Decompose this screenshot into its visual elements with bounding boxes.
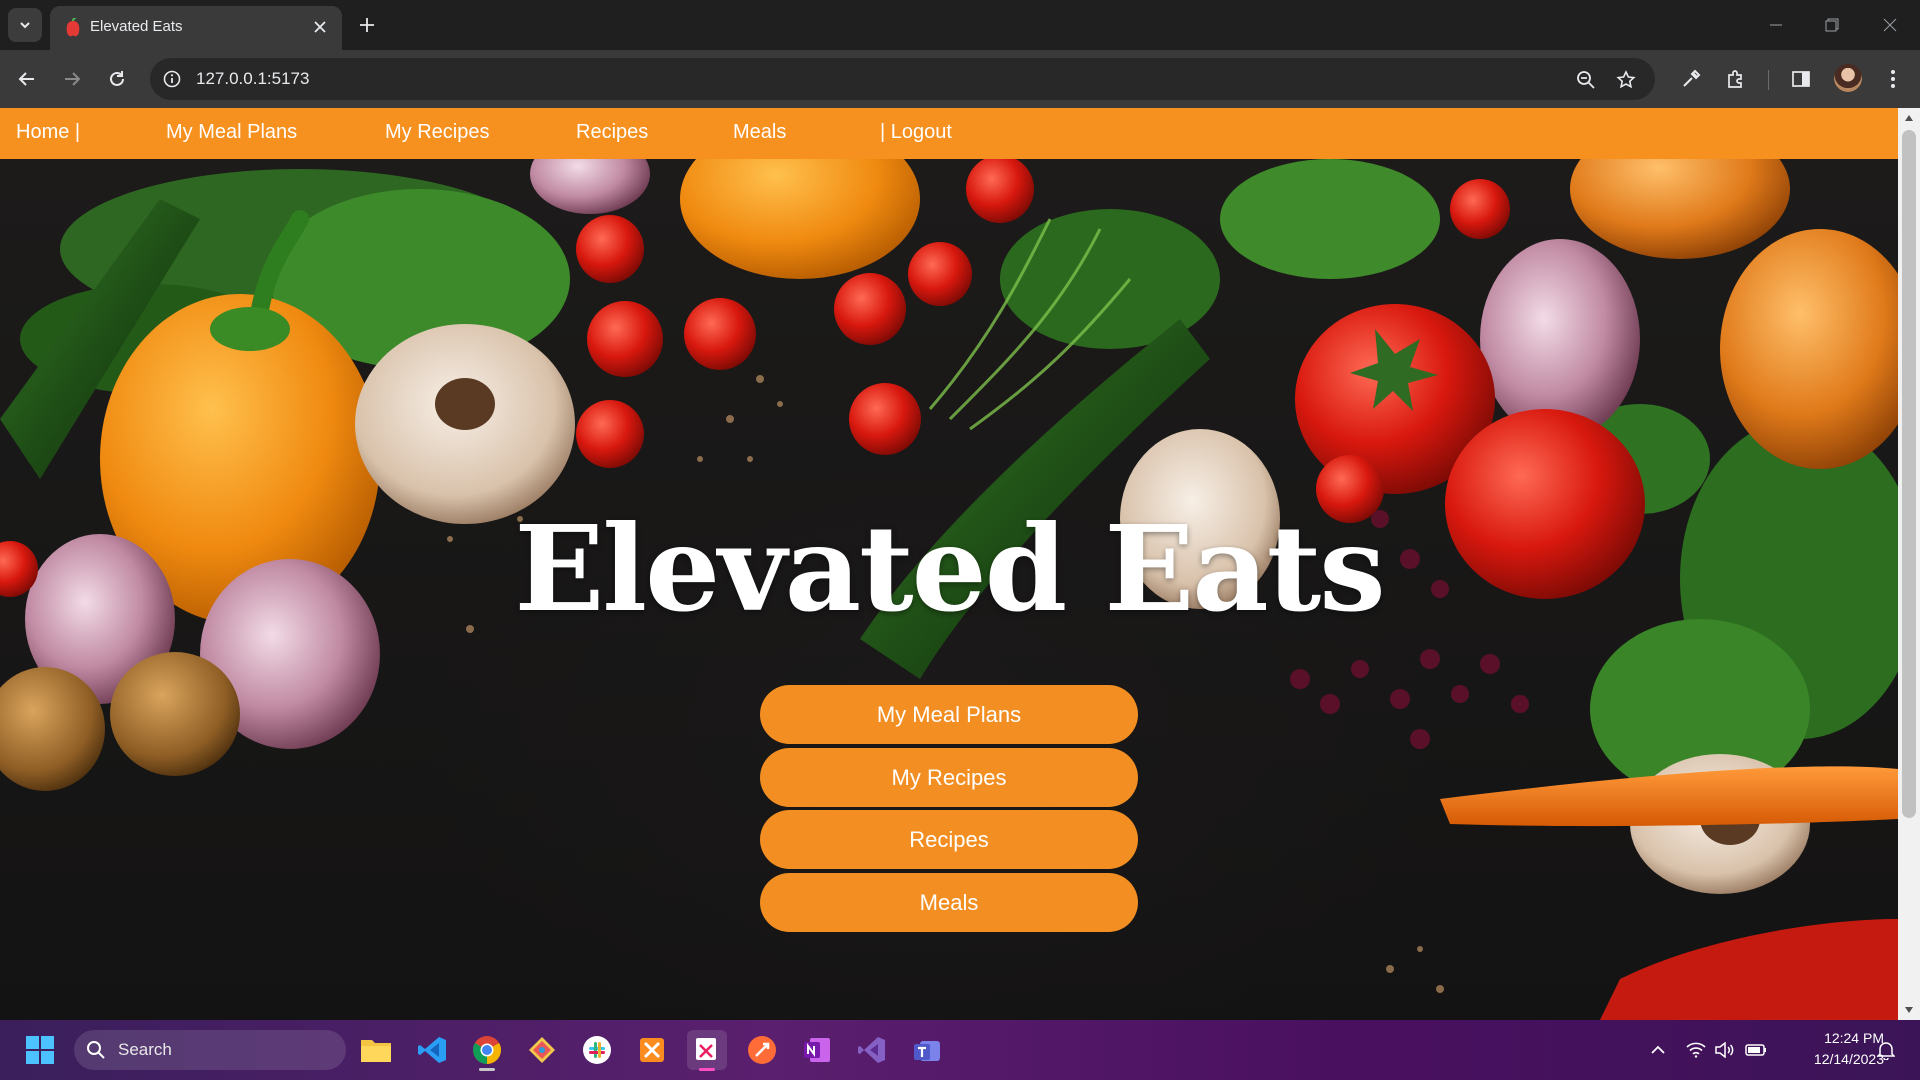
window-close-button[interactable] — [1870, 8, 1910, 42]
xampp-icon[interactable] — [632, 1030, 672, 1070]
onenote-icon[interactable] — [797, 1030, 837, 1070]
tab-title: Elevated Eats — [90, 18, 183, 35]
clock-time: 12:24 PM — [1824, 1030, 1884, 1046]
volume-icon[interactable] — [1713, 1038, 1737, 1062]
chevron-down-icon — [20, 22, 30, 29]
reload-button[interactable] — [100, 62, 134, 96]
chrome-icon[interactable] — [467, 1030, 507, 1071]
eyedropper-extension-button[interactable] — [1674, 62, 1708, 96]
bell-pepper-favicon-icon — [66, 18, 80, 37]
page-scrollbar[interactable] — [1898, 108, 1920, 1020]
windows-taskbar: Search 12:24 PM 12/14/2023 — [0, 1020, 1920, 1080]
new-tab-button[interactable] — [352, 10, 382, 40]
address-url: 127.0.0.1:5173 — [196, 69, 310, 88]
windows-start-icon[interactable] — [20, 1030, 60, 1070]
browser-tab[interactable]: Elevated Eats — [50, 6, 342, 50]
vscode-icon[interactable] — [412, 1030, 452, 1070]
recipes-button[interactable]: Recipes — [760, 810, 1138, 869]
hero-section: Elevated Eats My Meal Plans My Recipes R… — [0, 159, 1898, 1020]
search-icon — [87, 1041, 105, 1059]
close-icon — [1883, 18, 1897, 32]
side-panel-icon — [1792, 71, 1810, 87]
taskbar-clock[interactable]: 12:24 PM 12/14/2023 — [1780, 1028, 1884, 1070]
arrow-left-icon — [18, 72, 34, 86]
profile-avatar[interactable] — [1834, 64, 1862, 92]
show-hidden-icons-chevron-up-icon[interactable] — [1646, 1038, 1670, 1062]
browser-tab-strip: Elevated Eats — [0, 0, 1920, 50]
nav-meals-link[interactable]: Meals — [733, 121, 786, 144]
restore-icon — [1825, 18, 1839, 32]
browser-toolbar: 127.0.0.1:5173 — [0, 50, 1920, 108]
taskbar-search-label: Search — [118, 1040, 172, 1059]
file-explorer-icon[interactable] — [356, 1030, 396, 1070]
snipping-tool-active-indicator — [699, 1068, 715, 1071]
site-info-icon[interactable] — [160, 67, 184, 91]
postman-icon[interactable] — [742, 1030, 782, 1070]
my-recipes-button[interactable]: My Recipes — [760, 748, 1138, 807]
puzzle-icon — [1728, 70, 1742, 88]
back-button[interactable] — [10, 62, 44, 96]
toolbar-divider — [1768, 70, 1769, 90]
arrow-right-icon — [65, 72, 81, 86]
side-panel-button[interactable] — [1784, 62, 1818, 96]
git-icon[interactable] — [522, 1030, 562, 1070]
nav-logout-link[interactable]: | Logout — [880, 121, 952, 144]
teams-icon[interactable] — [907, 1030, 947, 1070]
browser-menu-button[interactable] — [1876, 62, 1910, 96]
page-viewport: Home | My Meal Plans My Recipes Recipes … — [0, 108, 1898, 1020]
slack-icon[interactable] — [577, 1030, 617, 1070]
hero-title: Elevated Eats — [514, 499, 1385, 638]
wifi-icon[interactable] — [1684, 1038, 1708, 1062]
restore-button[interactable] — [1812, 8, 1852, 42]
extensions-button[interactable] — [1718, 62, 1752, 96]
scrollbar-thumb[interactable] — [1902, 130, 1916, 818]
bookmark-star-icon[interactable] — [1613, 67, 1639, 93]
forward-button[interactable] — [55, 62, 89, 96]
close-icon — [314, 21, 326, 33]
snipping-tool-icon[interactable] — [687, 1030, 727, 1071]
scroll-down-arrow-icon[interactable] — [1903, 1004, 1915, 1016]
zoom-icon[interactable] — [1573, 67, 1599, 93]
battery-icon[interactable] — [1744, 1038, 1768, 1062]
reload-icon — [110, 71, 124, 86]
address-bar[interactable]: 127.0.0.1:5173 — [150, 58, 1655, 100]
clock-date: 12/14/2023 — [1813, 1051, 1884, 1067]
plus-icon — [360, 18, 374, 32]
minimize-button[interactable] — [1756, 8, 1796, 42]
my-meal-plans-button[interactable]: My Meal Plans — [760, 685, 1138, 744]
scroll-up-arrow-icon[interactable] — [1903, 112, 1915, 124]
notification-bell-icon[interactable] — [1874, 1038, 1898, 1062]
tab-search-button[interactable] — [8, 8, 42, 42]
meals-button[interactable]: Meals — [760, 873, 1138, 932]
site-navbar: Home | My Meal Plans My Recipes Recipes … — [0, 108, 1898, 159]
tab-close-button[interactable] — [308, 15, 332, 39]
taskbar-search-box[interactable]: Search — [74, 1030, 346, 1070]
more-vertical-icon — [1891, 70, 1895, 88]
nav-my-recipes-link[interactable]: My Recipes — [385, 121, 489, 144]
visual-studio-icon[interactable] — [852, 1030, 892, 1070]
eyedropper-icon — [1683, 69, 1701, 87]
nav-my-meal-plans-link[interactable]: My Meal Plans — [166, 121, 297, 144]
chrome-running-indicator — [479, 1068, 495, 1071]
nav-home-link[interactable]: Home | — [16, 121, 80, 144]
nav-recipes-link[interactable]: Recipes — [576, 121, 648, 144]
minimize-icon — [1770, 24, 1782, 26]
